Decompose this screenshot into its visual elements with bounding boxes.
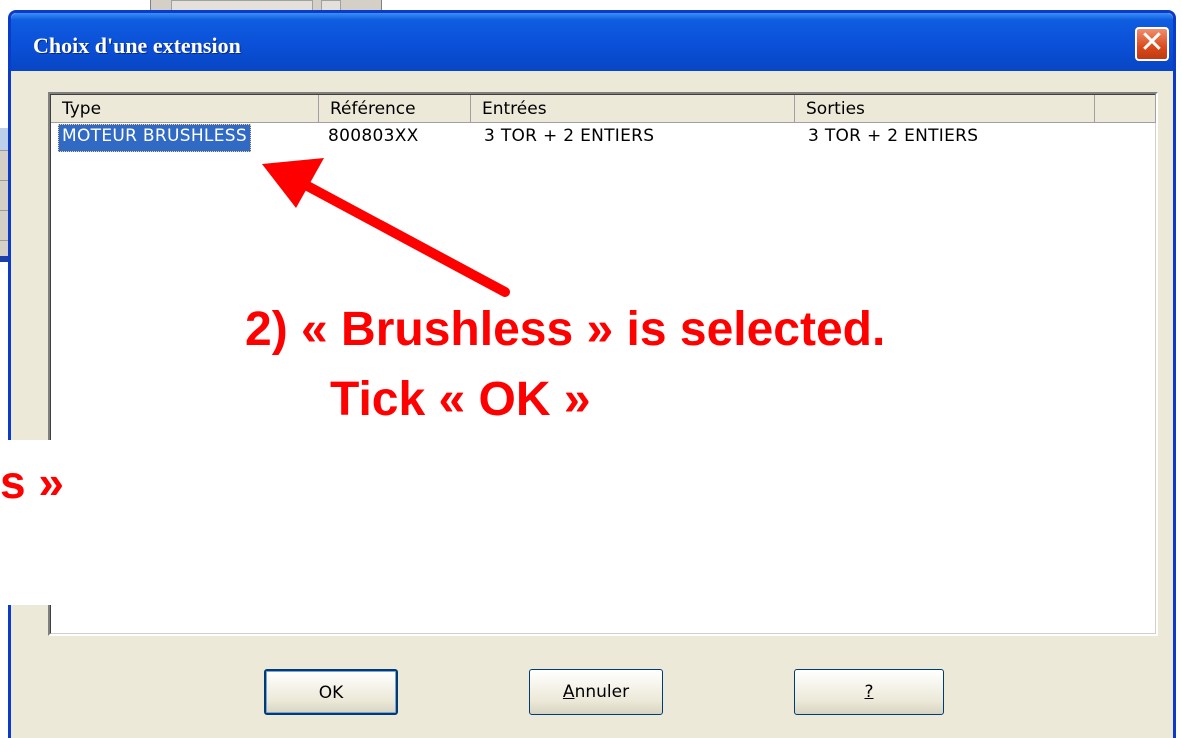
list-header: Type Référence Entrées Sorties <box>51 95 1156 123</box>
column-header-reference[interactable]: Référence <box>319 95 471 123</box>
annuler-mnemonic: A <box>562 682 575 702</box>
cell-entrees: 3 TOR + 2 ENTIERS <box>484 126 655 146</box>
dialog-titlebar[interactable]: Choix d'une extension ✕ <box>11 13 1173 71</box>
column-header-type[interactable]: Type <box>51 95 319 123</box>
dialog-title: Choix d'une extension <box>33 33 241 58</box>
ok-button[interactable]: OK <box>264 669 398 715</box>
column-header-sorties[interactable]: Sorties <box>795 95 1095 123</box>
close-icon[interactable]: ✕ <box>1135 27 1169 61</box>
annuler-label: nnuler <box>574 682 630 702</box>
help-label: ? <box>864 682 874 702</box>
annotation-line-2: Tick « OK » <box>330 373 591 426</box>
column-header-filler <box>1095 95 1156 123</box>
extension-dialog: Choix d'une extension ✕ Type Référence E… <box>8 10 1176 738</box>
annotation-partial-text: s » <box>0 456 64 508</box>
cell-sorties: 3 TOR + 2 ENTIERS <box>808 126 979 146</box>
cell-reference: 800803XX <box>328 126 419 146</box>
list-item[interactable]: MOTEUR BRUSHLESS 800803XX 3 TOR + 2 ENTI… <box>51 124 1155 152</box>
annotation-cover-box <box>0 440 630 605</box>
annotation-line-1: 2) « Brushless » is selected. <box>245 303 886 356</box>
annuler-button[interactable]: Annuler <box>529 669 663 715</box>
column-header-entrees[interactable]: Entrées <box>471 95 795 123</box>
help-button[interactable]: ? <box>794 669 944 715</box>
cell-type[interactable]: MOTEUR BRUSHLESS <box>58 124 251 152</box>
